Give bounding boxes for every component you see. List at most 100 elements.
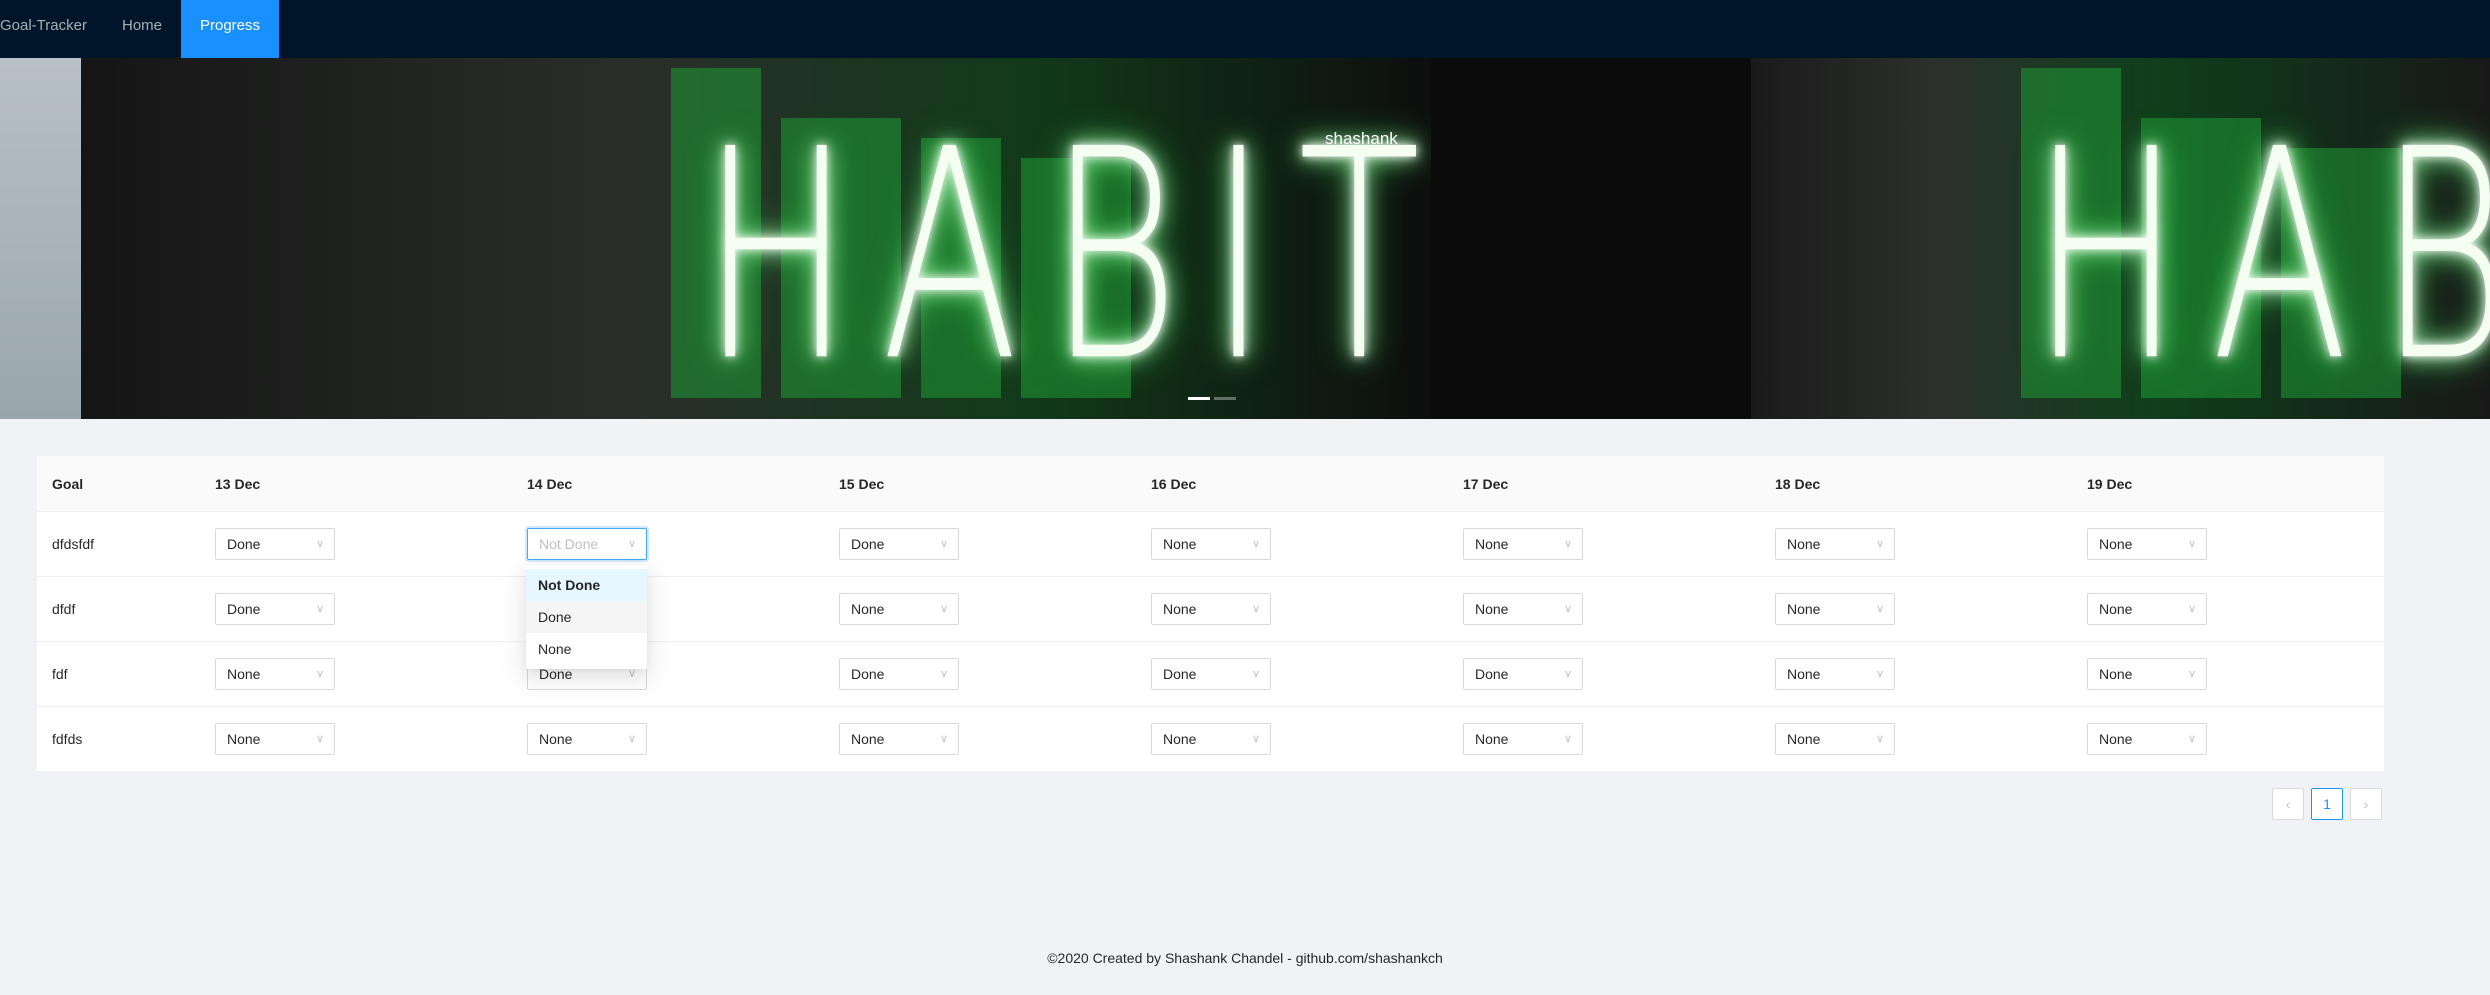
status-cell: None ∨: [215, 642, 335, 706]
status-select[interactable]: None ∨: [2087, 658, 2207, 690]
status-cell: Done ∨: [839, 512, 959, 576]
chevron-down-icon: ∨: [1563, 668, 1572, 680]
status-select[interactable]: None ∨: [1775, 528, 1895, 560]
status-select[interactable]: Done ∨: [1463, 658, 1583, 690]
status-select-value: None: [1787, 666, 1821, 682]
chevron-down-icon: ∨: [1251, 538, 1260, 550]
status-select[interactable]: None ∨: [1775, 658, 1895, 690]
status-cell: None ∨: [527, 707, 647, 771]
table-row: fdfds None ∨ None ∨ None ∨ None ∨ None ∨ None ∨ None ∨: [37, 707, 2384, 772]
status-select[interactable]: None ∨: [1463, 528, 1583, 560]
dropdown-option[interactable]: Not Done: [526, 569, 647, 601]
carousel-slide-image: HABITS: [81, 58, 1431, 419]
status-select-value: None: [1787, 601, 1821, 617]
goal-name: fdfds: [52, 731, 83, 747]
status-select[interactable]: None ∨: [1151, 593, 1271, 625]
chevron-down-icon: ∨: [939, 603, 948, 615]
chevron-down-icon: ∨: [1875, 538, 1884, 550]
status-select[interactable]: None ∨: [1775, 593, 1895, 625]
status-cell: None ∨: [839, 577, 959, 641]
carousel-slide-image-next: HABI: [1751, 58, 2490, 419]
status-select[interactable]: None ∨: [1151, 723, 1271, 755]
top-nav: Goal-Tracker Home Progress: [0, 0, 2490, 58]
chevron-down-icon: ∨: [315, 603, 324, 615]
chevron-down-icon: ∨: [939, 668, 948, 680]
status-select-value: None: [1163, 731, 1197, 747]
carousel-dot-2[interactable]: [1214, 397, 1236, 400]
status-select[interactable]: None ∨: [1463, 593, 1583, 625]
status-cell: Done ∨: [215, 512, 335, 576]
app-logo[interactable]: Goal-Tracker: [0, 0, 92, 58]
chevron-down-icon: ∨: [1251, 733, 1260, 745]
status-select[interactable]: None ∨: [1151, 528, 1271, 560]
status-cell: None ∨: [2087, 707, 2207, 771]
pagination-next-button[interactable]: ›: [2350, 788, 2382, 820]
status-select[interactable]: None ∨: [2087, 528, 2207, 560]
status-select[interactable]: None ∨: [215, 658, 335, 690]
carousel-dot-1[interactable]: [1188, 397, 1210, 400]
status-cell: None ∨: [2087, 642, 2207, 706]
column-header: 19 Dec: [2087, 475, 2133, 492]
column-header: 16 Dec: [1151, 475, 1197, 492]
pagination-page-1[interactable]: 1: [2311, 788, 2343, 820]
chevron-down-icon: ∨: [2187, 733, 2196, 745]
status-select-value: Not Done: [539, 536, 599, 552]
chevron-down-icon: ∨: [1875, 668, 1884, 680]
status-select[interactable]: None ∨: [839, 723, 959, 755]
chevron-down-icon: ∨: [1875, 603, 1884, 615]
chevron-down-icon: ∨: [1251, 603, 1260, 615]
status-select[interactable]: Done ∨: [215, 593, 335, 625]
status-cell: None ∨: [1775, 577, 1895, 641]
status-cell: Done ∨: [1463, 642, 1583, 706]
chevron-down-icon: ∨: [939, 538, 948, 550]
status-cell: None ∨: [215, 707, 335, 771]
status-cell: None ∨: [1775, 707, 1895, 771]
status-select-value: None: [2099, 601, 2133, 617]
status-cell: None ∨: [2087, 512, 2207, 576]
status-select[interactable]: None ∨: [1463, 723, 1583, 755]
dropdown-option[interactable]: Done: [526, 601, 647, 633]
status-select-value: Done: [851, 536, 885, 552]
status-select[interactable]: None ∨: [839, 593, 959, 625]
status-select-value: None: [1475, 731, 1509, 747]
column-header: Goal: [52, 475, 84, 492]
status-select-value: Done: [1163, 666, 1197, 682]
status-select[interactable]: None ∨: [2087, 593, 2207, 625]
chevron-down-icon: ∨: [627, 733, 636, 745]
status-select[interactable]: None ∨: [215, 723, 335, 755]
status-select[interactable]: Done ∨: [839, 528, 959, 560]
dropdown-option[interactable]: None: [526, 633, 647, 665]
status-cell: None ∨: [839, 707, 959, 771]
status-cell: None ∨: [2087, 577, 2207, 641]
banner-username: shashank: [1325, 129, 1398, 148]
chevron-down-icon: ∨: [2187, 538, 2196, 550]
column-header: 15 Dec: [839, 475, 885, 492]
chevron-down-icon: ∨: [1875, 733, 1884, 745]
chevron-down-icon: ∨: [315, 668, 324, 680]
chevron-down-icon: ∨: [1563, 733, 1572, 745]
nav-item-progress[interactable]: Progress: [181, 0, 279, 58]
status-select[interactable]: Done ∨: [1151, 658, 1271, 690]
status-select[interactable]: None ∨: [2087, 723, 2207, 755]
status-select[interactable]: Done ∨: [215, 528, 335, 560]
status-select[interactable]: None ∨: [527, 723, 647, 755]
status-select-value: None: [539, 731, 573, 747]
status-select[interactable]: Done ∨: [839, 658, 959, 690]
status-select-value: None: [1163, 536, 1197, 552]
status-cell: Done ∨: [1151, 642, 1271, 706]
status-select-value: None: [2099, 666, 2133, 682]
status-cell: None ∨: [1151, 707, 1271, 771]
status-select-value: None: [2099, 731, 2133, 747]
nav-item-home[interactable]: Home: [104, 0, 180, 58]
goal-name: fdf: [52, 666, 68, 682]
status-select[interactable]: None ∨: [1775, 723, 1895, 755]
chevron-down-icon: ∨: [1251, 668, 1260, 680]
column-header: 17 Dec: [1463, 475, 1509, 492]
status-select[interactable]: Not Done ∨: [527, 528, 647, 560]
pagination-prev-button[interactable]: ‹: [2272, 788, 2304, 820]
banner-carousel[interactable]: HABITS HABI shashank: [0, 58, 2490, 419]
status-dropdown-menu: Not Done Done None: [526, 565, 647, 669]
status-cell: Done ∨: [839, 642, 959, 706]
neon-sign-text-next: HABI: [2031, 88, 2490, 419]
table-row: dfdfDone∨Done∨None∨None∨None∨None∨None∨: [37, 577, 2384, 642]
